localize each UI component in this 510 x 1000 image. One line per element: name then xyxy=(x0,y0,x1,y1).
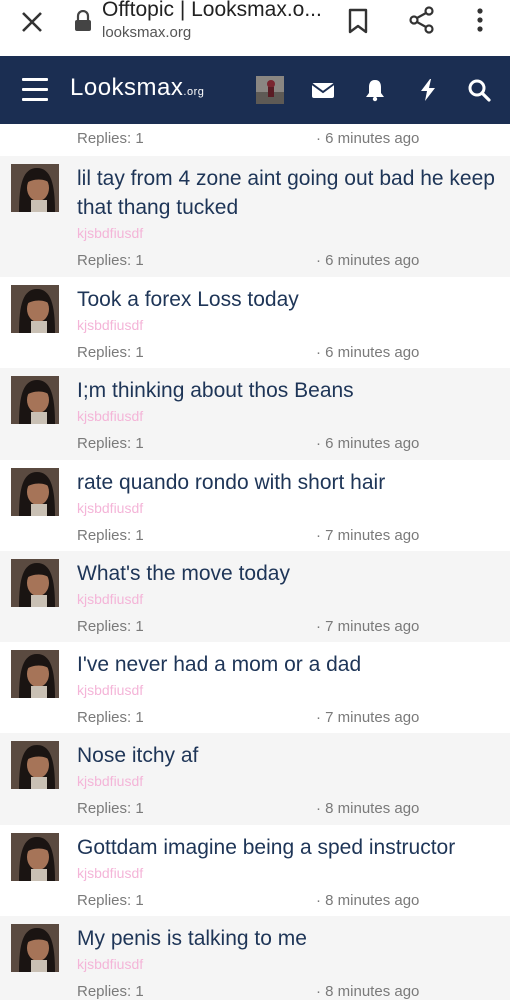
thread-row[interactable]: Took a forex Loss today kjsbdfiusdf Repl… xyxy=(0,277,510,369)
thread-row[interactable]: What's the move today kjsbdfiusdf Replie… xyxy=(0,550,510,643)
thread-title[interactable]: Gottdam imagine being a sped instructor xyxy=(77,833,497,862)
reply-count: Replies: 1 xyxy=(77,130,144,147)
user-avatar[interactable] xyxy=(256,76,284,104)
reply-count: Replies: 1 xyxy=(77,800,144,818)
author-avatar[interactable] xyxy=(11,741,59,790)
author-avatar[interactable] xyxy=(11,164,59,212)
browser-page-title: Offtopic | Looksmax.o... xyxy=(102,0,322,21)
thread-time: · 7 minutes ago xyxy=(316,526,420,544)
reply-count: Replies: 1 xyxy=(77,526,144,544)
thread-row[interactable]: lil tay from 4 zone aint going out bad h… xyxy=(0,156,510,277)
reply-count: Replies: 1 xyxy=(77,435,144,453)
lock-icon xyxy=(75,10,91,31)
reply-count: Replies: 1 xyxy=(77,344,144,361)
thread-title[interactable]: What's the move today xyxy=(77,559,497,588)
thread-time: · 8 minutes ago xyxy=(316,800,420,818)
thread-author[interactable]: kjsbdfiusdf xyxy=(77,956,143,972)
thread-author[interactable]: kjsbdfiusdf xyxy=(77,500,143,516)
browser-toolbar: Offtopic | Looksmax.o... looksmax.org xyxy=(0,0,510,56)
reply-count: Replies: 1 xyxy=(77,252,144,269)
author-avatar[interactable] xyxy=(11,285,59,333)
thread-author[interactable]: kjsbdfiusdf xyxy=(77,865,143,881)
author-avatar[interactable] xyxy=(11,467,59,516)
more-options-icon[interactable] xyxy=(470,6,490,34)
bell-icon[interactable] xyxy=(363,78,387,102)
reply-count: Replies: 1 xyxy=(77,709,144,727)
thread-row[interactable]: My penis is talking to me kjsbdfiusdf Re… xyxy=(0,916,510,1000)
author-avatar[interactable] xyxy=(11,924,59,973)
thread-title[interactable]: lil tay from 4 zone aint going out bad h… xyxy=(77,164,497,222)
logo-text: Looksmax xyxy=(70,74,184,101)
thread-title[interactable]: My penis is talking to me xyxy=(77,924,497,953)
thread-list: Replies: 1 · 6 minutes ago lil tay from … xyxy=(0,124,510,1000)
thread-title[interactable]: I've never had a mom or a dad xyxy=(77,650,497,679)
thread-time: · 6 minutes ago xyxy=(316,252,420,269)
thread-author[interactable]: kjsbdfiusdf xyxy=(77,682,143,698)
share-icon[interactable] xyxy=(408,6,436,34)
envelope-icon[interactable] xyxy=(311,78,335,102)
logo-suffix: .org xyxy=(183,86,205,98)
thread-time: · 6 minutes ago xyxy=(316,130,420,147)
thread-row[interactable]: Gottdam imagine being a sped instructor … xyxy=(0,824,510,917)
lightning-icon[interactable] xyxy=(416,78,440,102)
reply-count: Replies: 1 xyxy=(77,983,144,1000)
thread-time: · 6 minutes ago xyxy=(316,435,420,453)
thread-row[interactable]: Nose itchy af kjsbdfiusdf Replies: 1 · 8… xyxy=(0,733,510,825)
author-avatar[interactable] xyxy=(11,376,59,425)
thread-time: · 7 minutes ago xyxy=(316,617,420,635)
thread-author[interactable]: kjsbdfiusdf xyxy=(77,591,143,607)
search-icon[interactable] xyxy=(467,78,491,102)
thread-row-partial[interactable]: Replies: 1 · 6 minutes ago xyxy=(0,124,510,156)
thread-title[interactable]: I;m thinking about thos Beans xyxy=(77,376,497,405)
reply-count: Replies: 1 xyxy=(77,617,144,635)
thread-time: · 8 minutes ago xyxy=(316,891,420,909)
thread-row[interactable]: I've never had a mom or a dad kjsbdfiusd… xyxy=(0,642,510,734)
thread-time: · 6 minutes ago xyxy=(316,344,420,361)
site-logo[interactable]: Looksmax.org xyxy=(70,74,204,102)
reply-count: Replies: 1 xyxy=(77,891,144,909)
thread-time: · 7 minutes ago xyxy=(316,709,420,727)
author-avatar[interactable] xyxy=(11,558,59,607)
thread-author[interactable]: kjsbdfiusdf xyxy=(77,408,143,424)
thread-author[interactable]: kjsbdfiusdf xyxy=(77,317,143,333)
thread-row[interactable]: I;m thinking about thos Beans kjsbdfiusd… xyxy=(0,368,510,460)
author-avatar[interactable] xyxy=(11,650,59,699)
browser-url[interactable]: looksmax.org xyxy=(102,24,191,41)
thread-time: · 8 minutes ago xyxy=(316,983,420,1000)
thread-author[interactable]: kjsbdfiusdf xyxy=(77,225,143,241)
thread-title[interactable]: Took a forex Loss today xyxy=(77,285,497,314)
thread-author[interactable]: kjsbdfiusdf xyxy=(77,773,143,789)
thread-title[interactable]: Nose itchy af xyxy=(77,741,497,770)
thread-row[interactable]: rate quando rondo with short hair kjsbdf… xyxy=(0,459,510,551)
menu-icon[interactable] xyxy=(22,78,48,102)
author-avatar[interactable] xyxy=(11,832,59,881)
bookmark-icon[interactable] xyxy=(346,7,370,35)
thread-title[interactable]: rate quando rondo with short hair xyxy=(77,468,497,497)
close-icon[interactable] xyxy=(18,8,46,36)
